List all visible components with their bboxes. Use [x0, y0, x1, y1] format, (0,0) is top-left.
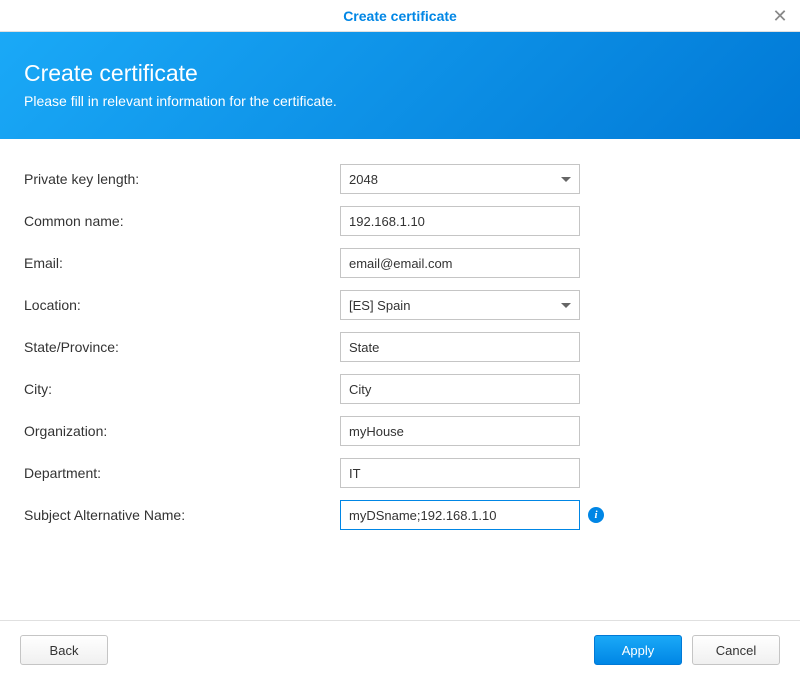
titlebar: Create certificate ✕	[0, 0, 800, 32]
label-subject-alt-name: Subject Alternative Name:	[24, 507, 340, 523]
input-common-name[interactable]	[340, 206, 580, 236]
input-organization[interactable]	[340, 416, 580, 446]
cancel-button[interactable]: Cancel	[692, 635, 780, 665]
label-state-province: State/Province:	[24, 339, 340, 355]
row-private-key-length: Private key length: 2048	[24, 163, 776, 195]
close-button[interactable]: ✕	[770, 6, 790, 26]
label-department: Department:	[24, 465, 340, 481]
chevron-down-icon	[561, 303, 571, 308]
row-common-name: Common name:	[24, 205, 776, 237]
input-city[interactable]	[340, 374, 580, 404]
row-department: Department:	[24, 457, 776, 489]
row-state-province: State/Province:	[24, 331, 776, 363]
dialog-footer: Back Apply Cancel	[0, 620, 800, 679]
apply-button[interactable]: Apply	[594, 635, 682, 665]
info-icon[interactable]: i	[588, 507, 604, 523]
info-icon-wrap: i	[588, 507, 604, 523]
banner: Create certificate Please fill in releva…	[0, 32, 800, 139]
create-certificate-dialog: Create certificate ✕ Create certificate …	[0, 0, 800, 679]
select-value: [ES] Spain	[349, 298, 410, 313]
label-private-key-length: Private key length:	[24, 171, 340, 187]
label-common-name: Common name:	[24, 213, 340, 229]
row-city: City:	[24, 373, 776, 405]
row-subject-alt-name: Subject Alternative Name: i	[24, 499, 776, 531]
label-organization: Organization:	[24, 423, 340, 439]
select-location[interactable]: [ES] Spain	[340, 290, 580, 320]
row-organization: Organization:	[24, 415, 776, 447]
back-button[interactable]: Back	[20, 635, 108, 665]
banner-subtitle: Please fill in relevant information for …	[24, 93, 776, 109]
row-email: Email:	[24, 247, 776, 279]
dialog-title: Create certificate	[343, 8, 457, 24]
banner-title: Create certificate	[24, 60, 776, 87]
row-location: Location: [ES] Spain	[24, 289, 776, 321]
input-subject-alt-name[interactable]	[340, 500, 580, 530]
select-value: 2048	[349, 172, 378, 187]
input-email[interactable]	[340, 248, 580, 278]
chevron-down-icon	[561, 177, 571, 182]
label-location: Location:	[24, 297, 340, 313]
form-area: Private key length: 2048 Common name: Em…	[0, 139, 800, 620]
input-department[interactable]	[340, 458, 580, 488]
input-state-province[interactable]	[340, 332, 580, 362]
label-city: City:	[24, 381, 340, 397]
label-email: Email:	[24, 255, 340, 271]
select-private-key-length[interactable]: 2048	[340, 164, 580, 194]
